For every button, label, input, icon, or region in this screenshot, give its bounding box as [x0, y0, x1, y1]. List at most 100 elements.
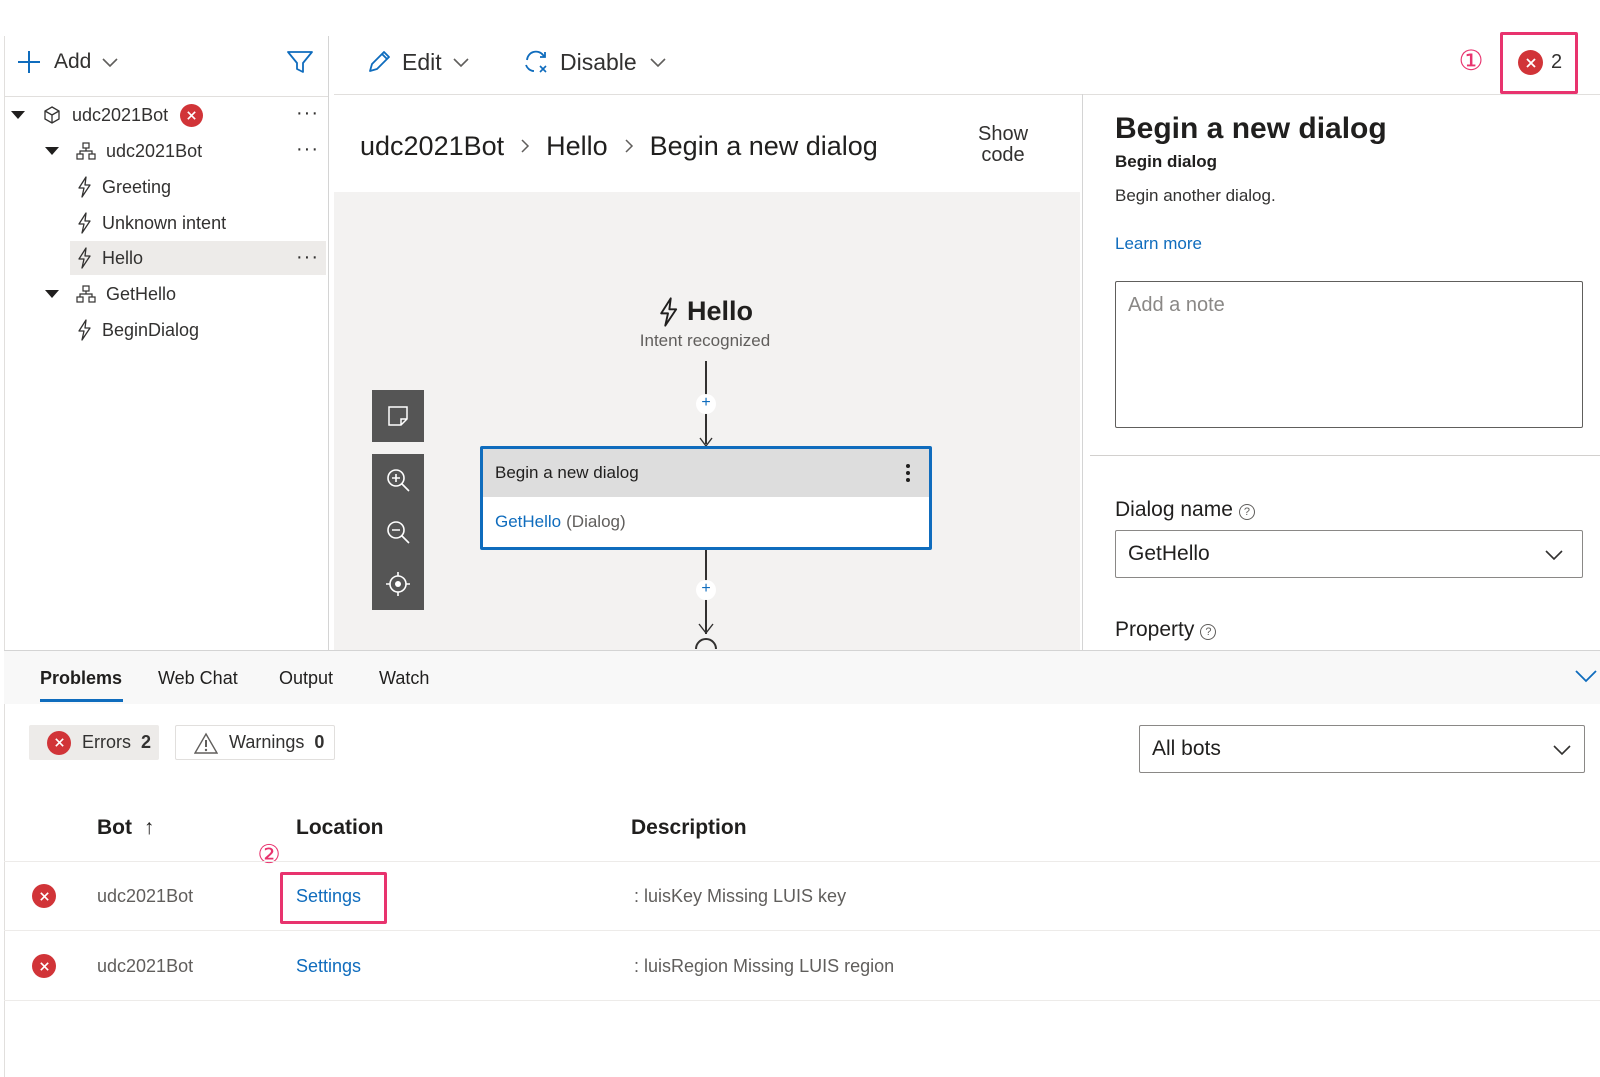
edit-label: Edit: [402, 48, 442, 75]
action-node-begin-dialog[interactable]: Begin a new dialog GetHello (Dialog): [480, 446, 932, 550]
bottom-tab-bar: [4, 650, 1600, 704]
more-options-icon[interactable]: ···: [296, 247, 319, 267]
tree-item-begindialog[interactable]: BeginDialog: [76, 313, 328, 347]
collapse-panel-icon[interactable]: [1574, 668, 1598, 684]
zoom-out-icon[interactable]: [385, 519, 411, 545]
lightning-icon: [660, 296, 678, 327]
tree-item-greeting[interactable]: Greeting: [76, 170, 328, 204]
caret-down-icon: [45, 147, 59, 155]
errors-label: Errors: [82, 732, 131, 752]
property-label: Property?: [1115, 618, 1217, 642]
tab-watch[interactable]: Watch: [379, 668, 429, 689]
plus-icon: [18, 51, 40, 73]
row-description: : luisKey Missing LUIS key: [634, 886, 847, 906]
column-header-description[interactable]: Description: [631, 816, 747, 840]
warnings-label: Warnings: [229, 732, 305, 752]
column-header-label: Bot: [97, 816, 132, 839]
sort-ascending-icon: ↑: [143, 816, 155, 839]
caret-down-icon: [45, 290, 59, 298]
add-action-button[interactable]: +: [696, 394, 716, 414]
chevron-down-icon: [650, 58, 666, 68]
edit-button[interactable]: Edit: [366, 44, 470, 80]
dialog-name-label-text: Dialog name: [1115, 498, 1233, 521]
column-header-location[interactable]: Location: [296, 816, 384, 840]
kebab-menu-icon[interactable]: [905, 463, 911, 483]
tree-item-hello[interactable]: Hello: [70, 241, 326, 275]
action-node-header: Begin a new dialog: [483, 449, 929, 497]
tree-item-dialog[interactable]: udc2021Bot: [44, 134, 328, 168]
show-code-line2: code: [981, 144, 1025, 166]
action-node-title: Begin a new dialog: [495, 463, 639, 482]
active-tab-indicator: [40, 699, 123, 702]
bot-filter-dropdown[interactable]: All bots: [1139, 725, 1585, 773]
breadcrumb-item[interactable]: Hello: [546, 131, 608, 162]
sidebar-top-divider: [4, 96, 328, 97]
lightning-icon: [78, 176, 91, 198]
note-icon: [388, 406, 408, 426]
show-code-line1: Show: [977, 123, 1029, 145]
dialog-tree-icon: [76, 285, 96, 303]
column-header-bot[interactable]: Bot ↑: [97, 816, 154, 840]
errors-filter-button[interactable]: Errors 2: [29, 725, 159, 760]
dialog-name-dropdown[interactable]: GetHello: [1115, 530, 1583, 578]
breadcrumb-item[interactable]: udc2021Bot: [360, 131, 504, 162]
show-code-button[interactable]: Show code: [966, 124, 1040, 166]
tree-item-label: Unknown intent: [102, 212, 227, 233]
lightning-icon: [78, 212, 91, 234]
chevron-down-icon: [1545, 550, 1563, 561]
properties-description: Begin another dialog.: [1115, 186, 1276, 205]
tree-item-unknown-intent[interactable]: Unknown intent: [76, 206, 328, 240]
chevron-down-icon: [102, 58, 118, 68]
breadcrumb-item[interactable]: Begin a new dialog: [650, 131, 878, 162]
tree-item-bot[interactable]: udc2021Bot: [10, 98, 328, 132]
chevron-right-icon: [521, 139, 530, 153]
chevron-down-icon: [453, 58, 469, 68]
error-icon: [47, 730, 71, 755]
trigger-title: Hello: [686, 296, 753, 326]
help-icon[interactable]: ?: [1200, 624, 1217, 640]
more-options-icon[interactable]: ···: [296, 103, 319, 123]
chevron-right-icon: [625, 139, 633, 153]
tab-output[interactable]: Output: [279, 668, 333, 689]
errors-count: 2: [141, 732, 152, 752]
dialog-name-value: GetHello: [1128, 542, 1210, 565]
add-label: Add: [54, 50, 92, 73]
cube-icon: [44, 106, 60, 124]
error-count-button[interactable]: 2: [1518, 50, 1562, 75]
row-location-link[interactable]: Settings: [296, 956, 361, 977]
dialog-suffix: (Dialog): [566, 512, 626, 531]
warnings-filter-button[interactable]: Warnings 0: [175, 725, 335, 760]
tree-item-label: GetHello: [106, 283, 177, 304]
note-textarea[interactable]: Add a note: [1115, 281, 1583, 428]
error-count: 2: [1551, 51, 1563, 73]
tree-item-label: Greeting: [102, 176, 172, 197]
filter-icon[interactable]: [286, 49, 314, 75]
fit-to-screen-icon[interactable]: [385, 571, 411, 597]
caret-down-icon: [11, 111, 25, 119]
properties-subtitle: Begin dialog: [1115, 152, 1217, 171]
properties-divider: [1082, 94, 1083, 650]
add-action-button[interactable]: +: [696, 580, 716, 600]
dialog-name-label: Dialog name?: [1115, 498, 1255, 522]
toggle-minimap-button[interactable]: [372, 390, 424, 442]
dialog-link[interactable]: GetHello: [495, 512, 561, 532]
disable-button[interactable]: Disable: [522, 44, 667, 80]
add-button[interactable]: Add: [16, 44, 119, 80]
more-options-icon[interactable]: ···: [296, 139, 319, 159]
zoom-in-icon[interactable]: [385, 467, 411, 493]
row-bot: udc2021Bot: [97, 886, 194, 906]
row-bot: udc2021Bot: [97, 956, 194, 976]
properties-divider: [1090, 455, 1600, 456]
help-icon[interactable]: ?: [1238, 504, 1255, 520]
end-node-icon: [695, 623, 717, 650]
tab-problems[interactable]: Problems: [40, 668, 122, 689]
bot-filter-value: All bots: [1152, 737, 1221, 760]
dialog-tree-icon: [76, 142, 96, 160]
toolbar-divider: [334, 94, 1600, 95]
sidebar-divider: [328, 36, 329, 650]
tab-web-chat[interactable]: Web Chat: [158, 668, 238, 689]
warnings-count: 0: [314, 732, 325, 752]
learn-more-link[interactable]: Learn more: [1115, 234, 1202, 254]
tree-item-label: udc2021Bot: [72, 104, 169, 125]
tree-item-gethello[interactable]: GetHello: [44, 277, 328, 311]
